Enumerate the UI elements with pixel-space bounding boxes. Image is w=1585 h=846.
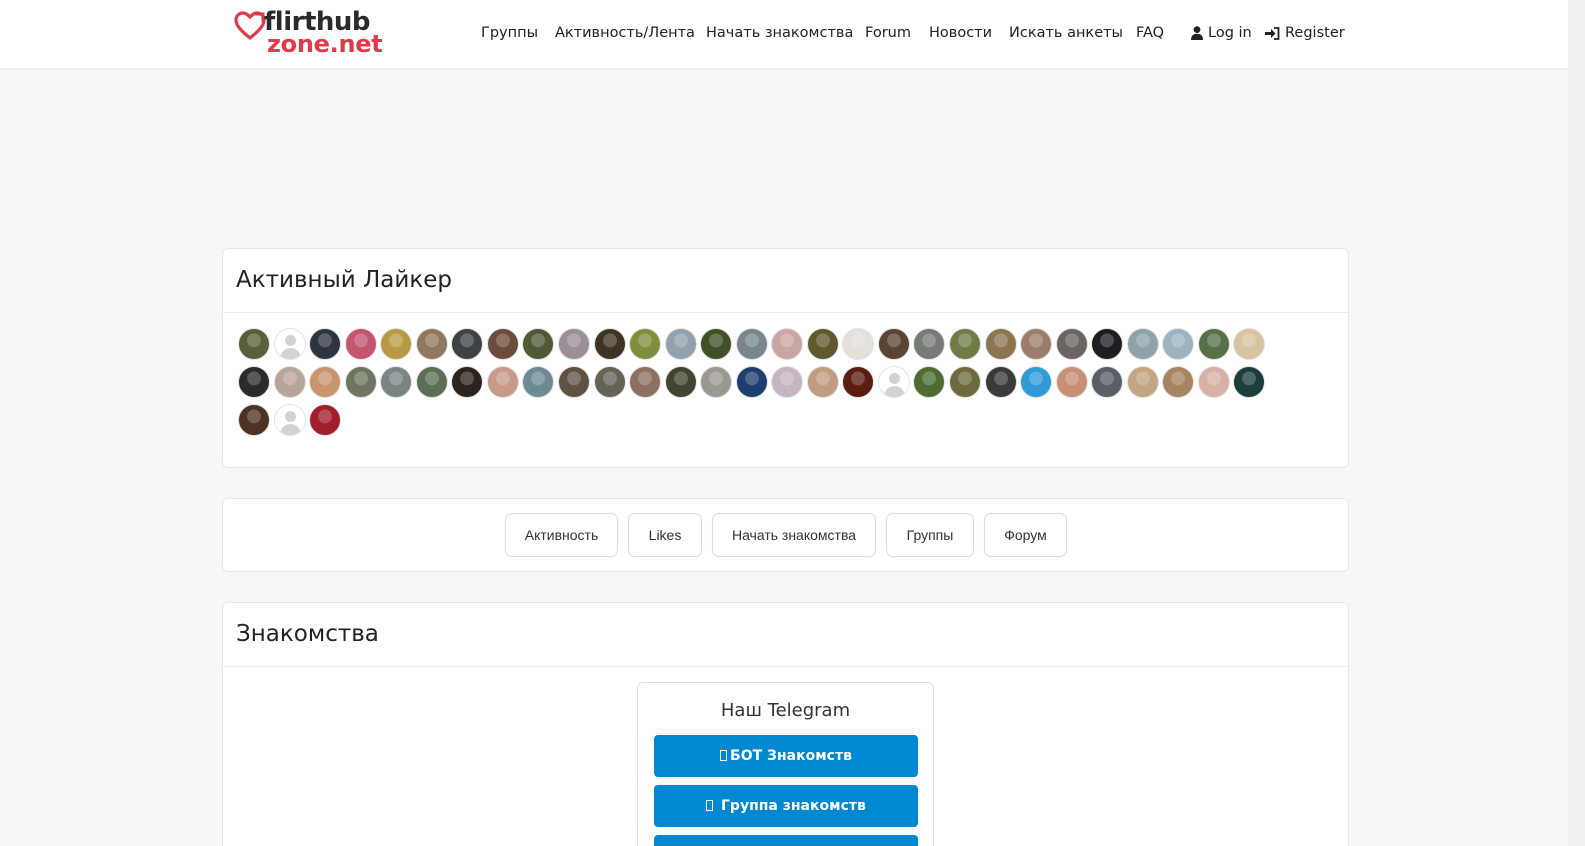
liker-avatar[interactable] bbox=[1056, 366, 1088, 398]
nav-news[interactable]: Новости bbox=[929, 22, 992, 44]
liker-avatar[interactable] bbox=[522, 328, 554, 360]
liker-avatar[interactable] bbox=[665, 328, 697, 360]
liker-avatar[interactable] bbox=[629, 328, 661, 360]
liker-avatar[interactable] bbox=[309, 404, 341, 436]
telegram-extra-button[interactable] bbox=[654, 835, 918, 846]
liker-avatar[interactable] bbox=[1091, 328, 1123, 360]
page-scrollbar[interactable] bbox=[1568, 0, 1585, 846]
telegram-group-label: Группа знакомств bbox=[721, 798, 866, 814]
liker-avatar[interactable] bbox=[1127, 366, 1159, 398]
nav-search-profiles[interactable]: Искать анкеты bbox=[1009, 22, 1123, 44]
nav-groups[interactable]: Группы bbox=[481, 22, 538, 44]
nav-faq[interactable]: FAQ bbox=[1136, 22, 1164, 44]
liker-avatar[interactable] bbox=[878, 328, 910, 360]
liker-avatar[interactable] bbox=[807, 328, 839, 360]
telegram-bot-button[interactable]: БОТ Знакомств bbox=[654, 735, 918, 777]
liker-avatar[interactable] bbox=[1056, 328, 1088, 360]
liker-avatar[interactable] bbox=[1233, 328, 1265, 360]
liker-avatar[interactable] bbox=[913, 328, 945, 360]
liker-avatar[interactable] bbox=[1020, 366, 1052, 398]
liker-avatar[interactable] bbox=[594, 328, 626, 360]
liker-avatar[interactable] bbox=[487, 366, 519, 398]
telegram-title: Наш Telegram bbox=[720, 700, 851, 721]
missing-glyph-icon bbox=[720, 750, 728, 761]
telegram-widget: Наш Telegram БОТ Знакомств Группа знаком… bbox=[637, 682, 934, 846]
liker-avatar[interactable] bbox=[451, 366, 483, 398]
liker-avatar[interactable] bbox=[416, 366, 448, 398]
logo-text-secondary: zone.net bbox=[267, 30, 383, 58]
likes-tab-button[interactable]: Likes bbox=[628, 513, 702, 557]
start-dating-tab-button[interactable]: Начать знакомства bbox=[712, 513, 876, 557]
liker-avatar[interactable] bbox=[274, 328, 306, 360]
sign-in-icon bbox=[1265, 26, 1280, 40]
liker-avatar[interactable] bbox=[1127, 328, 1159, 360]
user-icon bbox=[1191, 26, 1203, 40]
liker-avatar[interactable] bbox=[842, 328, 874, 360]
liker-avatar[interactable] bbox=[238, 328, 270, 360]
liker-avatar[interactable] bbox=[558, 328, 590, 360]
liker-avatar[interactable] bbox=[309, 366, 341, 398]
liker-avatar[interactable] bbox=[522, 366, 554, 398]
liker-avatar[interactable] bbox=[878, 366, 910, 398]
liker-avatar[interactable] bbox=[949, 328, 981, 360]
activity-tab-button[interactable]: Активность bbox=[505, 513, 618, 557]
register-label: Register bbox=[1285, 25, 1345, 41]
telegram-group-button[interactable]: Группа знакомств bbox=[654, 785, 918, 827]
liker-avatar[interactable] bbox=[629, 366, 661, 398]
liker-avatar[interactable] bbox=[345, 366, 377, 398]
liker-avatar[interactable] bbox=[736, 366, 768, 398]
liker-avatar[interactable] bbox=[1162, 328, 1194, 360]
liker-avatar[interactable] bbox=[238, 404, 270, 436]
forum-tab-button[interactable]: Форум bbox=[984, 513, 1067, 557]
liker-avatar[interactable] bbox=[913, 366, 945, 398]
liker-avatar[interactable] bbox=[451, 328, 483, 360]
nav-activity-feed[interactable]: Активность/Лента bbox=[555, 22, 695, 44]
liker-avatar[interactable] bbox=[416, 328, 448, 360]
dating-title: Знакомства bbox=[223, 603, 1348, 667]
liker-avatar[interactable] bbox=[594, 366, 626, 398]
liker-avatar[interactable] bbox=[274, 404, 306, 436]
liker-avatar[interactable] bbox=[665, 366, 697, 398]
liker-avatar[interactable] bbox=[700, 328, 732, 360]
liker-avatar[interactable] bbox=[771, 328, 803, 360]
liker-avatar[interactable] bbox=[487, 328, 519, 360]
login-label: Log in bbox=[1208, 25, 1252, 41]
liker-avatar[interactable] bbox=[380, 366, 412, 398]
active-liker-title: Активный Лайкер bbox=[223, 249, 1348, 313]
liker-avatar[interactable] bbox=[238, 366, 270, 398]
heart-logo-icon bbox=[234, 11, 266, 41]
register-link[interactable]: Register bbox=[1265, 22, 1345, 44]
liker-avatar[interactable] bbox=[1091, 366, 1123, 398]
liker-avatar[interactable] bbox=[1020, 328, 1052, 360]
groups-tab-button[interactable]: Группы bbox=[886, 513, 974, 557]
missing-glyph-icon bbox=[706, 800, 714, 811]
login-link[interactable]: Log in bbox=[1191, 22, 1252, 44]
nav-forum[interactable]: Forum bbox=[865, 22, 911, 44]
liker-avatar[interactable] bbox=[807, 366, 839, 398]
liker-avatar[interactable] bbox=[700, 366, 732, 398]
liker-avatar[interactable] bbox=[771, 366, 803, 398]
liker-avatar[interactable] bbox=[736, 328, 768, 360]
liker-avatar[interactable] bbox=[985, 328, 1017, 360]
site-logo[interactable]: flirthub zone.net bbox=[234, 8, 383, 56]
liker-avatar[interactable] bbox=[1198, 328, 1230, 360]
liker-avatar[interactable] bbox=[380, 328, 412, 360]
nav-start-dating[interactable]: Начать знакомства bbox=[706, 22, 853, 44]
liker-avatar[interactable] bbox=[558, 366, 590, 398]
liker-avatar[interactable] bbox=[1233, 366, 1265, 398]
active-liker-card: Активный Лайкер bbox=[222, 248, 1349, 468]
quick-links-card: Активность Likes Начать знакомства Групп… bbox=[222, 498, 1349, 572]
liker-avatar[interactable] bbox=[309, 328, 341, 360]
liker-avatar[interactable] bbox=[1162, 366, 1194, 398]
telegram-bot-label: БОТ Знакомств bbox=[730, 748, 852, 764]
liker-avatar[interactable] bbox=[949, 366, 981, 398]
top-navbar: flirthub zone.net Группы Активность/Лент… bbox=[0, 0, 1568, 69]
liker-avatar[interactable] bbox=[1198, 366, 1230, 398]
liker-avatar[interactable] bbox=[345, 328, 377, 360]
liker-avatar[interactable] bbox=[842, 366, 874, 398]
liker-avatar[interactable] bbox=[274, 366, 306, 398]
liker-avatar[interactable] bbox=[985, 366, 1017, 398]
